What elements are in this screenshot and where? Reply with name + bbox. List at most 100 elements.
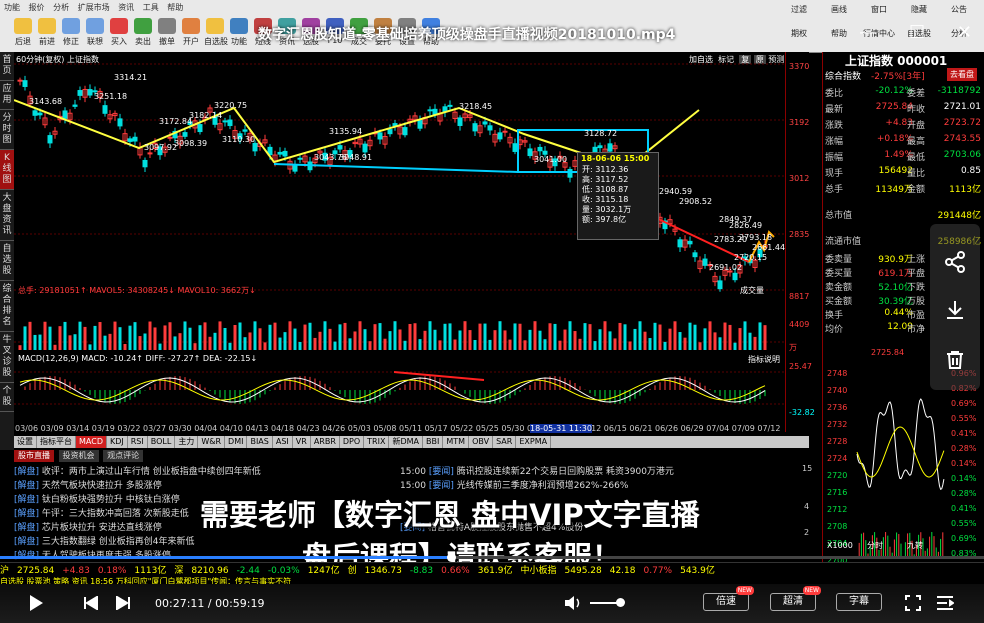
kline-chart-area[interactable]: 60分钟(复权) 上证指数 加自选 标记 复 原 预测 3314.21 3251.…	[14, 52, 809, 450]
volume-type[interactable]: 成交量	[740, 285, 764, 296]
indicator-tab[interactable]: OBV	[469, 436, 494, 448]
indicator-tab[interactable]: DPO	[340, 436, 365, 448]
indicator-tab[interactable]: BBI	[423, 436, 444, 448]
indicator-tab[interactable]: MACD	[76, 436, 107, 448]
macd-tip[interactable]: 指标说明	[748, 354, 780, 365]
fullscreen-icon[interactable]	[905, 595, 921, 611]
news-item[interactable]: [解盘] 钛白粉板块强势拉升 中核钛白涨停	[14, 492, 180, 506]
status-value: 42.18	[609, 566, 636, 576]
price-marker: 3128.72	[584, 129, 617, 138]
indicator-tab[interactable]: ASI	[273, 436, 293, 448]
news-item[interactable]: [解盘] 收评：两市上演过山车行情 创业板指盘中续创四年新低	[14, 464, 261, 478]
indicator-tab[interactable]: VR	[293, 436, 311, 448]
sidebar-tab[interactable]: 个股	[0, 383, 14, 412]
video-progress-bar[interactable]	[0, 553, 984, 562]
menu-item[interactable]: 分析	[53, 3, 69, 12]
sidebar-tab[interactable]: 自选股	[0, 241, 14, 281]
progress-knob[interactable]	[446, 553, 456, 562]
play-icon[interactable]	[27, 594, 45, 612]
indicator-tab[interactable]: 新DMA	[389, 436, 424, 448]
indicator-tab[interactable]: W&R	[198, 436, 226, 448]
volume-icon[interactable]	[564, 595, 582, 611]
toolbar-label: 前进	[39, 37, 55, 46]
price-axis-label: 3012	[789, 174, 810, 183]
account-icon	[182, 18, 200, 34]
toolbar-button-forward[interactable]: 前进	[36, 18, 58, 48]
indicator-tab[interactable]: TRIX	[364, 436, 390, 448]
menu-item[interactable]: 功能	[4, 3, 20, 12]
candle-body	[197, 124, 203, 133]
delete-icon[interactable]	[943, 348, 967, 372]
toolbar-button-back[interactable]: 后退	[12, 18, 34, 48]
speed-button[interactable]: 倍速 NEW	[703, 586, 754, 611]
indicator-tab[interactable]: EXPMA	[516, 436, 552, 448]
indicator-tab[interactable]: DMI	[225, 436, 248, 448]
menu-item[interactable]: 帮助	[167, 3, 183, 12]
indicator-tab[interactable]: MTM	[443, 436, 470, 448]
news-item[interactable]: [解盘] 芯片板块拉升 安进达直线涨停	[14, 520, 162, 534]
toolbar-button-star[interactable]: 自选股	[204, 18, 228, 48]
indicator-tab[interactable]: KDJ	[107, 436, 128, 448]
sidebar-tab[interactable]: 首页	[0, 52, 14, 81]
toolbar-button-edit[interactable]: 修正	[60, 18, 82, 48]
toolbar-button-sell[interactable]: 卖出	[132, 18, 154, 48]
indicator-tab[interactable]: 主力	[175, 436, 199, 448]
quality-button[interactable]: 超清 NEW	[770, 586, 821, 611]
news-item[interactable]: [解盘] 午评：三大指数冲高回落 次新股走低	[14, 506, 189, 520]
download-icon[interactable]	[943, 298, 967, 322]
toolbar-button-link[interactable]: 联想	[84, 18, 106, 48]
news-tab[interactable]: 观点评论	[103, 450, 144, 462]
news-item[interactable]: 15:00 [要闻] 腾讯控股连续新22个交易日回购股票 耗资3900万港元	[400, 464, 674, 478]
minimize-icon[interactable]: —	[859, 22, 877, 43]
new-badge: NEW	[802, 586, 821, 595]
price-marker: 3172.84	[159, 117, 192, 126]
close-icon[interactable]: ✕	[957, 22, 972, 43]
news-item[interactable]: 15:00 [要闻] 光线传媒前三季度净利润预增262%-266%	[400, 478, 628, 492]
sidebar-tab[interactable]: 分时图	[0, 110, 14, 150]
share-icon[interactable]	[943, 250, 967, 274]
tooltip-row: 开: 3112.36	[582, 165, 629, 174]
status-value: 0.18%	[97, 566, 127, 576]
menu-item[interactable]: 报价	[29, 3, 45, 12]
sidebar-tab[interactable]: 大盘资讯	[0, 190, 14, 241]
sidebar-tab[interactable]: 应用	[0, 81, 14, 110]
playlist-icon[interactable]	[936, 595, 954, 611]
menu-item[interactable]: 资讯	[118, 3, 134, 12]
news-item[interactable]: [解盘] 无人驾驶板块再度走强 多股涨停	[14, 548, 171, 562]
price-marker: 3097.92	[144, 143, 177, 152]
goto-market-button[interactable]: 去看盘	[947, 68, 977, 81]
menu-item[interactable]: 工具	[143, 3, 159, 12]
sidebar-tab[interactable]: K线图	[0, 150, 14, 190]
indicator-tab[interactable]: 指标平台	[37, 436, 76, 448]
price-marker: 3098.39	[174, 139, 207, 148]
indicator-tab[interactable]: 设置	[14, 436, 37, 448]
toolbar-button-func[interactable]: 功能	[228, 18, 250, 48]
maximize-icon[interactable]: ☐	[909, 22, 925, 43]
price-marker: 3041.00	[534, 155, 567, 164]
price-axis: 3370 3192 3012 2835	[785, 52, 824, 432]
news-tab[interactable]: 股市直播	[14, 450, 54, 462]
menu-item[interactable]: 扩展市场	[78, 3, 110, 12]
toolbar-button-buy[interactable]: 买入	[108, 18, 130, 48]
next-icon[interactable]	[116, 596, 130, 610]
sidebar-tab[interactable]: 牛叉诊股	[0, 332, 14, 383]
previous-icon[interactable]	[84, 596, 98, 610]
video-title: 数字汇恩股知道-零基础培养顶级操盘手直播视频20181010.mp4	[258, 27, 676, 43]
news-item[interactable]: [解盘] 天然气板块快速拉升 多股涨停	[14, 478, 162, 492]
sidebar-tab[interactable]: 综合排名	[0, 281, 14, 332]
volume-knob[interactable]	[616, 598, 625, 607]
news-item[interactable]: [解盘] 三大指数翻绿 创业板指再创4年来新低	[14, 534, 194, 548]
toolbar-button-account[interactable]: 开户	[180, 18, 202, 48]
x-axis-label: 07/04	[706, 424, 730, 433]
indicator-tab[interactable]: BIAS	[247, 436, 273, 448]
toolbar-button-cancel[interactable]: 撤单	[156, 18, 178, 48]
indicator-tab[interactable]: RSI	[128, 436, 148, 448]
quote-key: 委比	[825, 89, 844, 99]
candle-body	[692, 252, 698, 258]
indicator-tab[interactable]: SAR	[493, 436, 517, 448]
news-tab[interactable]: 投资机会	[58, 450, 99, 462]
x-axis-label: 03/27	[143, 424, 167, 433]
indicator-tab[interactable]: BOLL	[148, 436, 176, 448]
indicator-tab[interactable]: ARBR	[311, 436, 340, 448]
subtitle-button[interactable]: 字幕	[836, 593, 882, 611]
